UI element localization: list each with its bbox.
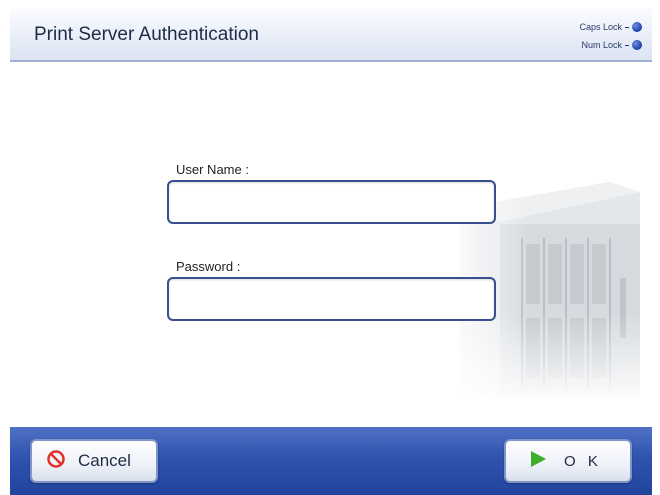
password-label: Password : bbox=[176, 259, 241, 274]
caps-lock-label: Caps Lock bbox=[579, 22, 622, 32]
caps-lock-led-icon bbox=[632, 22, 642, 32]
num-lock-label: Num Lock bbox=[581, 40, 622, 50]
page-title: Print Server Authentication bbox=[34, 24, 259, 45]
cancel-button-label: Cancel bbox=[78, 451, 131, 470]
ok-button[interactable]: O K bbox=[504, 439, 632, 483]
caps-lock-connector bbox=[625, 26, 629, 28]
num-lock-connector bbox=[625, 44, 629, 46]
password-input[interactable] bbox=[167, 277, 496, 321]
header-bar: Print Server Authentication Caps Lock Nu… bbox=[10, 8, 652, 62]
num-lock-led-icon bbox=[632, 40, 642, 50]
play-arrow-icon bbox=[528, 449, 548, 474]
prohibit-icon bbox=[46, 449, 66, 474]
user-name-label: User Name : bbox=[176, 162, 249, 177]
num-lock-indicator: Num Lock bbox=[581, 40, 642, 50]
user-name-input[interactable] bbox=[167, 180, 496, 224]
cancel-button[interactable]: Cancel bbox=[30, 439, 158, 483]
caps-lock-indicator: Caps Lock bbox=[579, 22, 642, 32]
footer-bar: Cancel O K bbox=[10, 427, 652, 495]
ok-button-label: O K bbox=[564, 452, 602, 470]
